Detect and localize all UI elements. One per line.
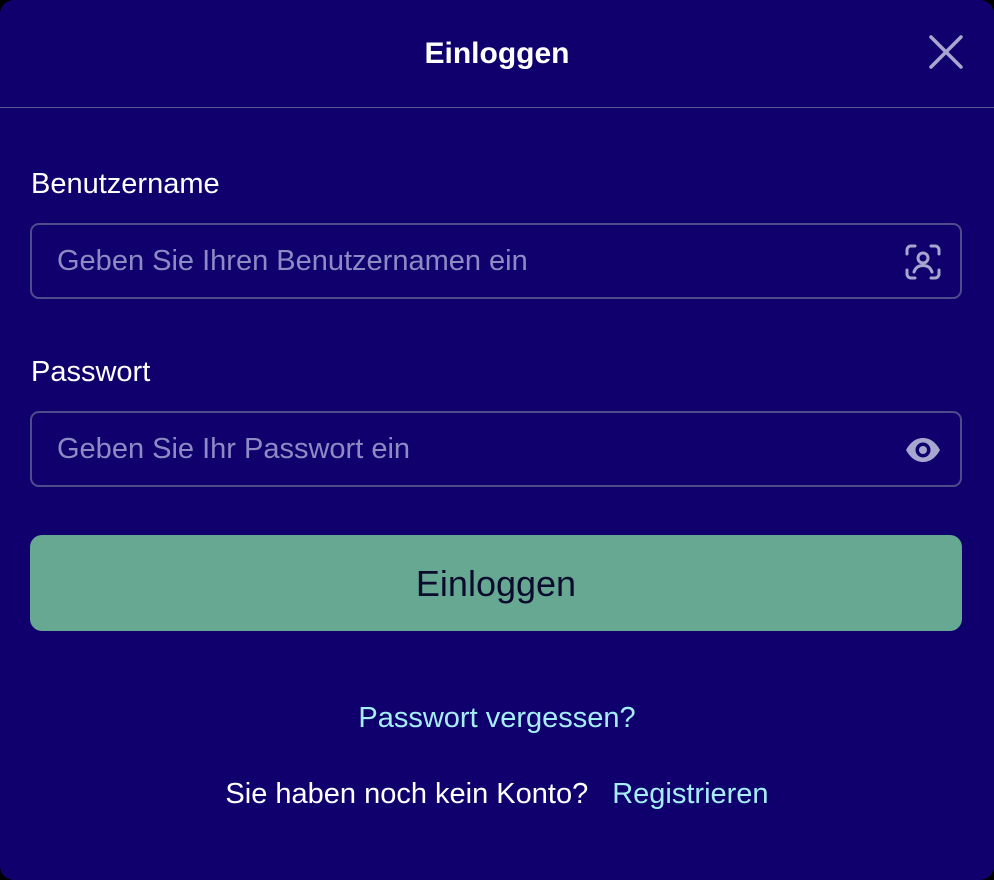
login-modal: Einloggen Benutzername Passwort <box>0 0 994 880</box>
forgot-password-link: Passwort vergessen? <box>0 700 994 736</box>
close-button[interactable] <box>926 32 966 72</box>
modal-header: Einloggen <box>0 0 994 108</box>
user-scan-icon[interactable] <box>904 243 942 281</box>
username-label: Benutzername <box>31 168 220 200</box>
register-prompt: Sie haben noch kein Konto? <box>225 778 589 810</box>
password-field <box>30 411 962 487</box>
forgot-password-link-label[interactable]: Passwort vergessen? <box>358 702 635 734</box>
close-icon <box>929 35 963 69</box>
login-button[interactable]: Einloggen <box>30 535 962 631</box>
password-input[interactable] <box>32 413 892 485</box>
username-input[interactable] <box>32 225 892 297</box>
register-row: Sie haben noch kein Konto? Registrieren <box>0 776 994 812</box>
modal-title: Einloggen <box>424 37 570 70</box>
password-label: Passwort <box>31 356 151 388</box>
register-link[interactable]: Registrieren <box>612 778 768 810</box>
eye-icon[interactable] <box>904 431 942 469</box>
username-field <box>30 223 962 299</box>
